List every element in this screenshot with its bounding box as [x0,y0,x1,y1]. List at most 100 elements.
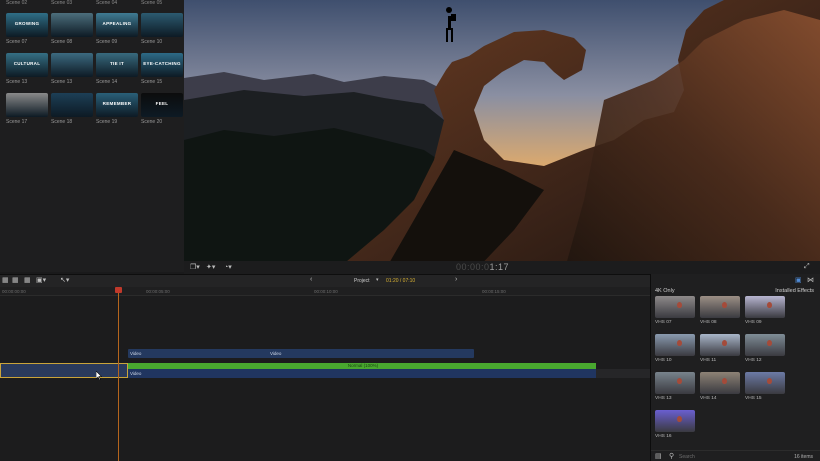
back-icon[interactable]: ‹ [310,276,312,283]
project-name[interactable]: Project [354,278,370,284]
effect-thumbnail[interactable]: VHS 08 [700,296,740,325]
project-timecode: 01:20 / 07:10 [386,278,416,284]
scene-thumbnail[interactable]: Scene 10 [141,13,183,45]
effects-browser-icon[interactable]: ▣ [795,276,802,284]
scene-label: Scene 03 [51,0,73,6]
effect-label: VHS 13 [655,396,672,401]
timeline-gap [596,369,650,378]
ruler-tick: 00:00:10:00 [314,289,338,294]
scene-thumb-image: APPEALING [96,13,138,37]
scene-thumb-image [51,93,93,117]
scene-thumbnail[interactable]: EYE-CATCHING Scene 15 [141,53,183,85]
chevron-down-icon[interactable]: ▾ [376,277,379,283]
effect-thumbnail[interactable]: VHS 15 [745,372,785,401]
effect-thumbnail[interactable]: VHS 09 [745,296,785,325]
crop-tool-icon[interactable]: ❐▾ [190,263,200,271]
scene-thumbnail[interactable]: Scene 18 [51,93,93,125]
ruler-tick: 00:00:05:00 [146,289,170,294]
effect-preview [655,334,695,356]
viewer[interactable] [184,0,820,272]
effect-label: VHS 15 [745,396,762,401]
effect-label: VHS 16 [655,434,672,439]
scene-title: FEEL [155,101,169,106]
balloon-icon [677,302,682,308]
speed-tool-icon[interactable]: ◔▾ [224,263,232,271]
scene-label: Scene 20 [141,119,163,125]
balloon-icon [677,340,682,346]
ruler-tick: 00:00:15:00 [482,289,506,294]
effect-thumbnail[interactable]: VHS 10 [655,334,695,363]
scene-label: Scene 19 [96,119,118,125]
scene-label: Scene 02 [6,0,28,6]
playhead[interactable] [118,287,119,461]
scene-thumb-image: TIE IT [96,53,138,77]
scene-title: TIE IT [109,61,125,66]
scene-thumb-image: CULTURAL [6,53,48,77]
effect-thumbnail[interactable]: VHS 14 [700,372,740,401]
effect-thumbnail[interactable]: VHS 11 [700,334,740,363]
scene-thumbnail[interactable]: Scene 17 [6,93,48,125]
playhead-handle[interactable] [115,287,122,293]
scene-thumb-image [141,13,183,37]
selected-clip[interactable] [0,363,128,378]
time-ruler[interactable]: 00:00:00:00 00:00:05:00 00:00:10:00 00:0… [0,287,650,296]
scene-thumbnail[interactable]: TIE IT Scene 14 [96,53,138,85]
effects-browser: ▣ ⋈ 4K Only Installed Effects VHS 07 VHS … [650,274,820,461]
scene-title: EYE-CATCHING [143,61,181,66]
effect-preview [745,372,785,394]
select-tool-icon[interactable]: ↖▾ [60,276,69,284]
effect-thumbnail[interactable]: VHS 07 [655,296,695,325]
balloon-icon [767,378,772,384]
effect-label: VHS 07 [655,320,672,325]
mouse-cursor [96,371,102,380]
scene-thumb-image [51,53,93,77]
primary-clip[interactable]: Video [128,369,596,378]
effect-label: VHS 12 [745,358,762,363]
scene-thumbnail[interactable]: Scene 08 [51,13,93,45]
transform-tool-icon[interactable]: ✦▾ [206,263,215,271]
viewer-controls-bar: ❐▾ ✦▾ ◔▾ 00:00:01:17 ⤢ [184,261,820,274]
scene-label: Scene 14 [96,79,118,85]
scene-label: Scene 08 [51,39,73,45]
scene-thumbnail[interactable]: APPEALING Scene 09 [96,13,138,45]
viewer-timecode: 00:00:01:17 [456,262,510,272]
fullscreen-icon[interactable]: ⤢ [804,263,810,271]
effect-label: VHS 09 [745,320,762,325]
scene-label: Scene 07 [6,39,28,45]
scene-title: GROWING [14,21,40,26]
balloon-icon [677,416,682,422]
search-icon: ⚲ [669,453,675,460]
scene-thumbnail[interactable]: FEEL Scene 20 [141,93,183,125]
scene-thumbnail[interactable]: GROWING Scene 07 [6,13,48,45]
scene-thumbnail[interactable]: CULTURAL Scene 13 [6,53,48,85]
clip-appearance-icon[interactable]: ▦ [2,276,9,284]
balloon-icon [767,340,772,346]
sidebar-toggle-icon[interactable]: ▤ [655,452,662,460]
effect-preview [745,296,785,318]
timeline-toolbar: ▦ ▦ ▦ ▣▾ ↖▾ ‹ Project ▾ 01:20 / 07:10 › … [0,274,733,287]
effect-thumbnail[interactable]: VHS 16 [655,410,695,439]
scene-label: Scene 13 [6,79,28,85]
scene-thumbnail[interactable]: Scene 13 [51,53,93,85]
search-input[interactable]: Search [679,454,695,460]
effect-label: VHS 14 [700,396,717,401]
audio-skimming-icon[interactable]: ▦ [24,276,31,284]
forward-icon[interactable]: › [455,276,457,283]
scene-label: Scene 15 [141,79,163,85]
balloon-icon [767,302,772,308]
effect-thumbnail[interactable]: VHS 12 [745,334,785,363]
installed-effects-dropdown[interactable]: Installed Effects [775,288,814,294]
scene-title: REMEMBER [102,101,132,106]
scene-thumb-image: FEEL [141,93,183,117]
effect-label: VHS 11 [700,358,717,363]
effect-thumbnail[interactable]: VHS 13 [655,372,695,401]
edit-mode-icon[interactable]: ▣▾ [36,276,46,284]
effect-preview [655,410,695,432]
transitions-browser-icon[interactable]: ⋈ [807,276,814,284]
effect-label: VHS 10 [655,358,672,363]
effects-category[interactable]: 4K Only [655,288,675,294]
effect-preview [745,334,785,356]
snapping-icon[interactable]: ▦ [12,276,19,284]
scene-title: APPEALING [102,21,132,26]
scene-thumbnail[interactable]: REMEMBER Scene 19 [96,93,138,125]
